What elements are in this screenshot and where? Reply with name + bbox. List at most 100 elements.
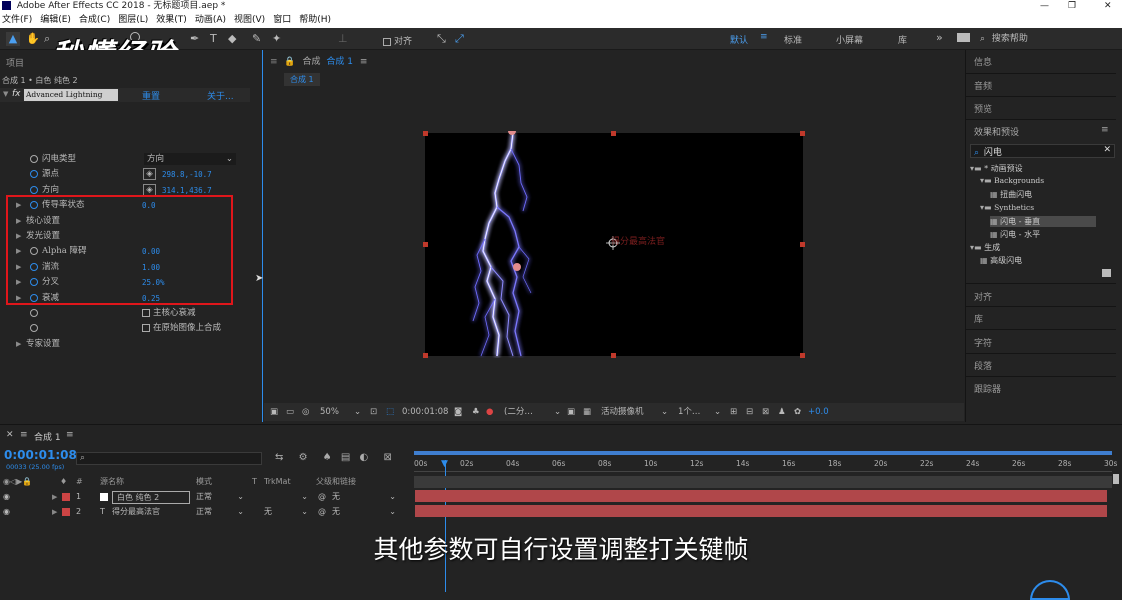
library-panel-tab[interactable]: 库: [974, 312, 983, 325]
menu-animation[interactable]: 动画(A): [195, 15, 226, 25]
menu-edit[interactable]: 编辑(E): [40, 15, 71, 25]
fx-icon[interactable]: fx: [12, 89, 21, 99]
character-panel-tab[interactable]: 字符: [974, 336, 992, 349]
layer-name[interactable]: 得分最高法官: [112, 505, 160, 519]
trkmat-dropdown[interactable]: ⌄: [264, 490, 308, 504]
selection-tool-icon[interactable]: ▲: [6, 32, 20, 46]
align-checkbox-box[interactable]: [383, 37, 391, 46]
show-snapshot-icon[interactable]: ♣: [472, 403, 480, 421]
effects-panel-menu-icon[interactable]: ≡: [1101, 125, 1109, 135]
snap-icon[interactable]: ⤡: [437, 32, 446, 46]
parent-dropdown[interactable]: 无 ⌄: [332, 505, 396, 519]
property-checkbox[interactable]: 在原始图像上合成: [142, 321, 221, 336]
effect-name[interactable]: Advanced Lightning: [24, 89, 118, 101]
transform-handle[interactable]: [423, 131, 428, 136]
effects-search-value[interactable]: 闪电: [984, 148, 1002, 158]
timeline-icon[interactable]: ⊟: [746, 403, 753, 421]
effect-property-row[interactable]: ▶ 专家设置: [0, 337, 250, 352]
effects-tree-item[interactable]: ▦ 闪电 - 垂直: [990, 215, 1096, 227]
workspace-library[interactable]: 库: [898, 33, 907, 46]
vr-icon[interactable]: ◎: [302, 403, 309, 421]
frame-blend-icon[interactable]: ▤: [341, 452, 350, 463]
display-icon[interactable]: ▭: [286, 403, 294, 421]
search-toggle-icon[interactable]: [957, 33, 970, 42]
resolution-arrow-icon[interactable]: ⌄: [554, 403, 561, 421]
workspace-menu-icon[interactable]: ≡: [760, 32, 768, 42]
workspace-small-screen[interactable]: 小屏幕: [836, 33, 863, 46]
preview-panel-tab[interactable]: 预览: [974, 102, 992, 115]
pickwhip-icon[interactable]: @: [318, 490, 326, 504]
viewer-timecode[interactable]: 0:00:01:08: [402, 403, 448, 421]
clear-search-icon[interactable]: ✕: [1103, 145, 1111, 155]
fit-icon[interactable]: ⊡: [370, 403, 377, 421]
text-tool-icon[interactable]: T: [210, 32, 217, 45]
effect-property-row[interactable]: 主核心衰减: [0, 306, 250, 321]
renderer-icon[interactable]: ♟: [778, 403, 786, 421]
menu-window[interactable]: 窗口: [273, 15, 291, 25]
layer-name[interactable]: 白色 纯色 2: [112, 491, 190, 504]
effects-presets-title[interactable]: 效果和预设: [974, 125, 1019, 138]
timeline-tab-menu-icon[interactable]: ≡: [66, 430, 74, 440]
minimize-button[interactable]: —: [1040, 0, 1049, 12]
toggle-pixel-icon[interactable]: ⊞: [730, 403, 737, 421]
align-checkbox[interactable]: 对齐: [383, 34, 412, 47]
expand-arrow-icon[interactable]: ▶: [52, 505, 57, 519]
layer-bar-1[interactable]: [415, 490, 1107, 502]
always-preview-icon[interactable]: ▣: [270, 403, 278, 421]
transform-handle[interactable]: [423, 353, 428, 358]
effects-tree-item[interactable]: ▾▬ * 动画预设: [970, 163, 1023, 174]
direction-point-handle[interactable]: [513, 263, 521, 271]
project-tab[interactable]: 项目: [6, 56, 24, 69]
expand-arrow-icon[interactable]: ▶: [52, 490, 57, 504]
playhead-handle-icon[interactable]: ▼: [441, 459, 448, 469]
stopwatch-icon[interactable]: [30, 324, 38, 333]
about-link[interactable]: 关于...: [207, 89, 234, 102]
brush-tool-icon[interactable]: ✎: [252, 32, 261, 45]
timeline-timecode[interactable]: 0:00:01:08: [4, 448, 77, 462]
checkbox-box[interactable]: [142, 323, 150, 332]
zoom-dropdown-arrow-icon[interactable]: ⌄: [354, 403, 361, 421]
transform-handle[interactable]: [611, 353, 616, 358]
menu-effect[interactable]: 效果(T): [156, 15, 187, 25]
flowchart-icon[interactable]: ⊠: [762, 403, 769, 421]
col-source-name[interactable]: 源名称: [100, 476, 124, 488]
effect-collapse-icon[interactable]: ▼: [3, 90, 8, 98]
stopwatch-icon[interactable]: [30, 309, 38, 317]
crosshair-icon[interactable]: ◈: [143, 168, 156, 181]
layer-label-color[interactable]: [62, 508, 70, 516]
info-panel-tab[interactable]: 信息: [974, 55, 992, 68]
shy-icon[interactable]: ♠: [323, 452, 332, 463]
stopwatch-icon[interactable]: [30, 155, 38, 163]
draft-3d-icon[interactable]: ⚙: [299, 452, 308, 463]
composition-viewer[interactable]: 得分最高法官: [423, 131, 805, 358]
transform-handle[interactable]: [611, 131, 616, 136]
comp-tab-name[interactable]: 合成 1: [326, 57, 353, 67]
visibility-eye-icon[interactable]: ◉: [3, 490, 10, 504]
end-marker-icon[interactable]: [1113, 474, 1119, 484]
effects-tree-item[interactable]: ▾▬ Synthetics: [980, 203, 1034, 212]
layer-mode-dropdown[interactable]: 正常 ⌄: [196, 490, 244, 504]
menu-layer[interactable]: 图层(L): [118, 15, 148, 25]
comp-tab-menu-icon[interactable]: ≡: [360, 57, 368, 67]
hand-tool-icon[interactable]: ✋: [26, 32, 40, 45]
effect-property-row[interactable]: 闪电类型 方向 ⌄: [0, 152, 250, 167]
axis-tool-icon[interactable]: ⊥: [338, 32, 348, 45]
property-value[interactable]: 298.8,-10.7: [162, 167, 212, 182]
timeline-layer-row[interactable]: ◉ ▶ 2 T 得分最高法官 正常 ⌄ 无 ⌄ @ 无 ⌄: [0, 505, 410, 519]
more-workspaces-icon[interactable]: »: [936, 31, 943, 44]
camera-arrow-icon[interactable]: ⌄: [661, 403, 668, 421]
timeline-menu-icon[interactable]: ≡: [20, 430, 28, 440]
camera-dropdown[interactable]: 活动摄像机: [601, 403, 644, 421]
effects-tree-item[interactable]: ▦ 闪电 - 水平: [990, 229, 1040, 240]
lock-icon[interactable]: 🔒: [284, 57, 295, 67]
effects-tree-item[interactable]: ▦ 高级闪电: [980, 255, 1022, 266]
menu-help[interactable]: 帮助(H): [299, 15, 331, 25]
workspace-default[interactable]: 默认: [730, 33, 748, 46]
zoom-tool-icon[interactable]: ⌕: [44, 32, 50, 46]
expand-arrow-icon[interactable]: ▶: [16, 337, 21, 352]
effects-tree-item[interactable]: ▾▬ 生成: [970, 242, 1000, 253]
parent-dropdown[interactable]: 无 ⌄: [332, 490, 396, 504]
menu-view[interactable]: 视图(V): [234, 15, 265, 25]
effects-search-field[interactable]: ⌕ 闪电 ✕: [970, 144, 1115, 158]
motion-blur-icon[interactable]: ◐: [360, 452, 369, 463]
